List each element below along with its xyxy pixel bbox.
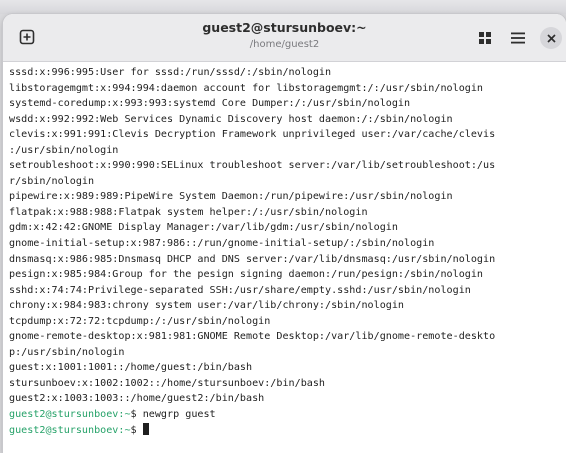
terminal-line: wsdd:x:992:992:Web Services Dynamic Disc…: [9, 113, 453, 125]
terminal-line: sshd:x:74:74:Privilege-separated SSH:/us…: [9, 284, 471, 296]
terminal-line: libstoragemgmt:x:994:994:daemon account …: [9, 82, 484, 94]
active-prompt-line[interactable]: guest2@stursunboev:~$: [9, 422, 566, 439]
terminal-line: systemd-coredump:x:993:993:systemd Core …: [9, 98, 411, 110]
terminal-line: p:/usr/sbin/nologin: [9, 346, 125, 358]
terminal-line: guest:x:1001:1001::/home/guest:/bin/bash: [9, 362, 253, 374]
text-cursor: [142, 422, 149, 435]
prompt-path: :~: [118, 424, 131, 436]
prompt-user-host: guest2@stursunboev: [9, 424, 119, 436]
title-area: guest2@stursunboev:~ /home/guest2: [143, 20, 426, 52]
new-tab-button[interactable]: [17, 27, 37, 47]
terminal-line: stursunboev:x:1002:1002::/home/stursunbo…: [9, 377, 326, 389]
prompt-symbol: $: [130, 424, 137, 436]
terminal-line: pipewire:x:989:989:PipeWire System Daemo…: [9, 191, 453, 203]
prompt-path: :~: [118, 409, 131, 421]
prompt-symbol: $: [130, 409, 137, 421]
terminal-line: guest2:x:1003:1003::/home/guest2:/bin/ba…: [9, 393, 265, 405]
terminal-line: tcpdump:x:72:72:tcpdump:/:/usr/sbin/nolo…: [9, 315, 271, 327]
close-icon: [546, 33, 556, 43]
window-title: guest2@stursunboev:~: [202, 20, 367, 35]
window-subtitle: /home/guest2: [249, 39, 320, 50]
terminal-line: setroubleshoot:x:990:990:SELinux trouble…: [9, 160, 496, 172]
terminal-line: :/usr/sbin/nologin: [9, 144, 119, 156]
command-text: newgrp guest: [142, 409, 216, 421]
terminal-line: gdm:x:42:42:GNOME Display Manager:/var/l…: [9, 222, 398, 234]
terminal-line: dnsmasq:x:986:985:Dnsmasq DHCP and DNS s…: [9, 253, 496, 265]
prompt-user-host: guest2@stursunboev: [9, 409, 119, 421]
terminal-line: flatpak:x:988:988:Flatpak system helper:…: [9, 206, 368, 218]
terminal-line: clevis:x:991:991:Clevis Decryption Frame…: [9, 129, 496, 141]
terminal-line: sssd:x:996:995:User for sssd:/run/sssd/:…: [9, 67, 332, 78]
terminal-output: sssd:x:996:995:User for sssd:/run/sssd/:…: [9, 62, 566, 438]
view-tabs-button[interactable]: [472, 25, 498, 51]
terminal-line: gnome-remote-desktop:x:981:981:GNOME Rem…: [9, 331, 496, 343]
grid-icon: [479, 32, 491, 44]
header-bar: guest2@stursunboev:~ /home/guest2: [3, 14, 566, 62]
background-desktop-strip: [0, 0, 566, 14]
terminal-line: r/sbin/nologin: [9, 175, 95, 187]
main-menu-button[interactable]: [505, 25, 531, 51]
terminal-line: gnome-initial-setup:x:987:986::/run/gnom…: [9, 238, 435, 250]
plus-square-icon: [19, 29, 35, 45]
close-button[interactable]: [540, 27, 562, 49]
terminal-line: pesign:x:985:984:Group for the pesign si…: [9, 269, 484, 281]
terminal-area[interactable]: sssd:x:996:995:User for sssd:/run/sssd/:…: [3, 62, 566, 453]
terminal-window: guest2@stursunboev:~ /home/guest2 sssd:x…: [3, 14, 566, 453]
terminal-line: chrony:x:984:983:chrony system user:/var…: [9, 300, 405, 312]
hamburger-menu-icon: [511, 32, 525, 44]
prompt-line: guest2@stursunboev:~$ newgrp guest: [9, 407, 566, 423]
